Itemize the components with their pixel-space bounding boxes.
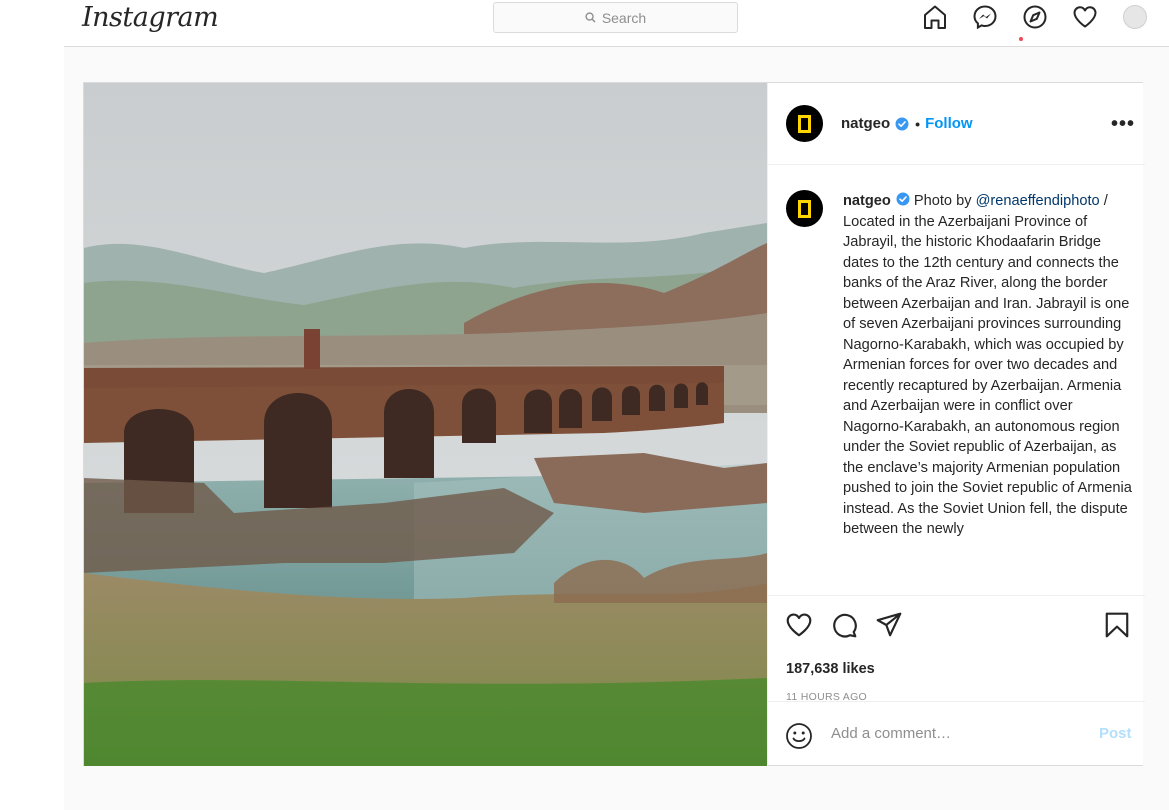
instagram-logo[interactable]: Instagram bbox=[82, 0, 219, 36]
caption-text: / Located in the Azerbaijani Province of… bbox=[843, 193, 1132, 537]
caption-username[interactable]: natgeo bbox=[843, 193, 891, 209]
caption-scroll-area[interactable]: natgeo Photo by @renaeffendiphoto / Loca… bbox=[768, 166, 1145, 596]
explore-icon[interactable] bbox=[1021, 3, 1049, 31]
notification-dot bbox=[1019, 37, 1023, 41]
post-card: natgeo • Follow ••• natgeo Photo by @ren… bbox=[83, 82, 1145, 766]
search-placeholder: Search bbox=[601, 9, 647, 26]
caption-natgeo-avatar[interactable] bbox=[786, 190, 823, 227]
natgeo-logo-icon bbox=[798, 199, 811, 218]
post-actions: 187,638 likes 11 HOURS AGO bbox=[768, 597, 1145, 703]
activity-heart-icon[interactable] bbox=[1071, 3, 1099, 31]
author-username[interactable]: natgeo bbox=[841, 115, 890, 132]
post-author: natgeo • Follow bbox=[841, 115, 973, 132]
caption-mention-link[interactable]: @renaeffendiphoto bbox=[976, 193, 1100, 209]
share-send-icon[interactable] bbox=[874, 610, 904, 640]
like-heart-icon[interactable] bbox=[784, 610, 814, 640]
post-caption: natgeo Photo by @renaeffendiphoto / Loca… bbox=[843, 191, 1133, 540]
add-comment-row: Add a comment… Post bbox=[768, 703, 1145, 766]
verified-badge-icon bbox=[895, 117, 909, 131]
profile-avatar[interactable] bbox=[1123, 5, 1147, 29]
post-timestamp[interactable]: 11 HOURS AGO bbox=[786, 691, 867, 703]
verified-badge-icon bbox=[896, 192, 910, 206]
likes-count[interactable]: 187,638 likes bbox=[786, 661, 875, 677]
comment-icon[interactable] bbox=[829, 610, 859, 640]
comment-input[interactable]: Add a comment… bbox=[831, 725, 951, 742]
top-navigation-bar: Instagram Search bbox=[64, 0, 1169, 47]
follow-button[interactable]: Follow bbox=[925, 115, 973, 132]
search-input[interactable]: Search bbox=[493, 2, 738, 33]
post-comment-button[interactable]: Post bbox=[1099, 725, 1132, 742]
more-options-button[interactable]: ••• bbox=[1111, 114, 1135, 134]
separator-dot: • bbox=[915, 115, 921, 132]
post-sidebar: natgeo • Follow ••• natgeo Photo by @ren… bbox=[767, 83, 1145, 766]
emoji-smile-icon[interactable] bbox=[784, 721, 814, 751]
search-icon bbox=[585, 12, 596, 23]
home-icon[interactable] bbox=[921, 3, 949, 31]
post-header: natgeo • Follow ••• bbox=[768, 83, 1145, 165]
natgeo-avatar[interactable] bbox=[786, 105, 823, 142]
save-bookmark-icon[interactable] bbox=[1102, 610, 1132, 640]
caption-intro: Photo by bbox=[909, 193, 976, 209]
messenger-icon[interactable] bbox=[971, 3, 999, 31]
natgeo-logo-icon bbox=[798, 114, 811, 133]
post-photo[interactable] bbox=[84, 83, 767, 766]
